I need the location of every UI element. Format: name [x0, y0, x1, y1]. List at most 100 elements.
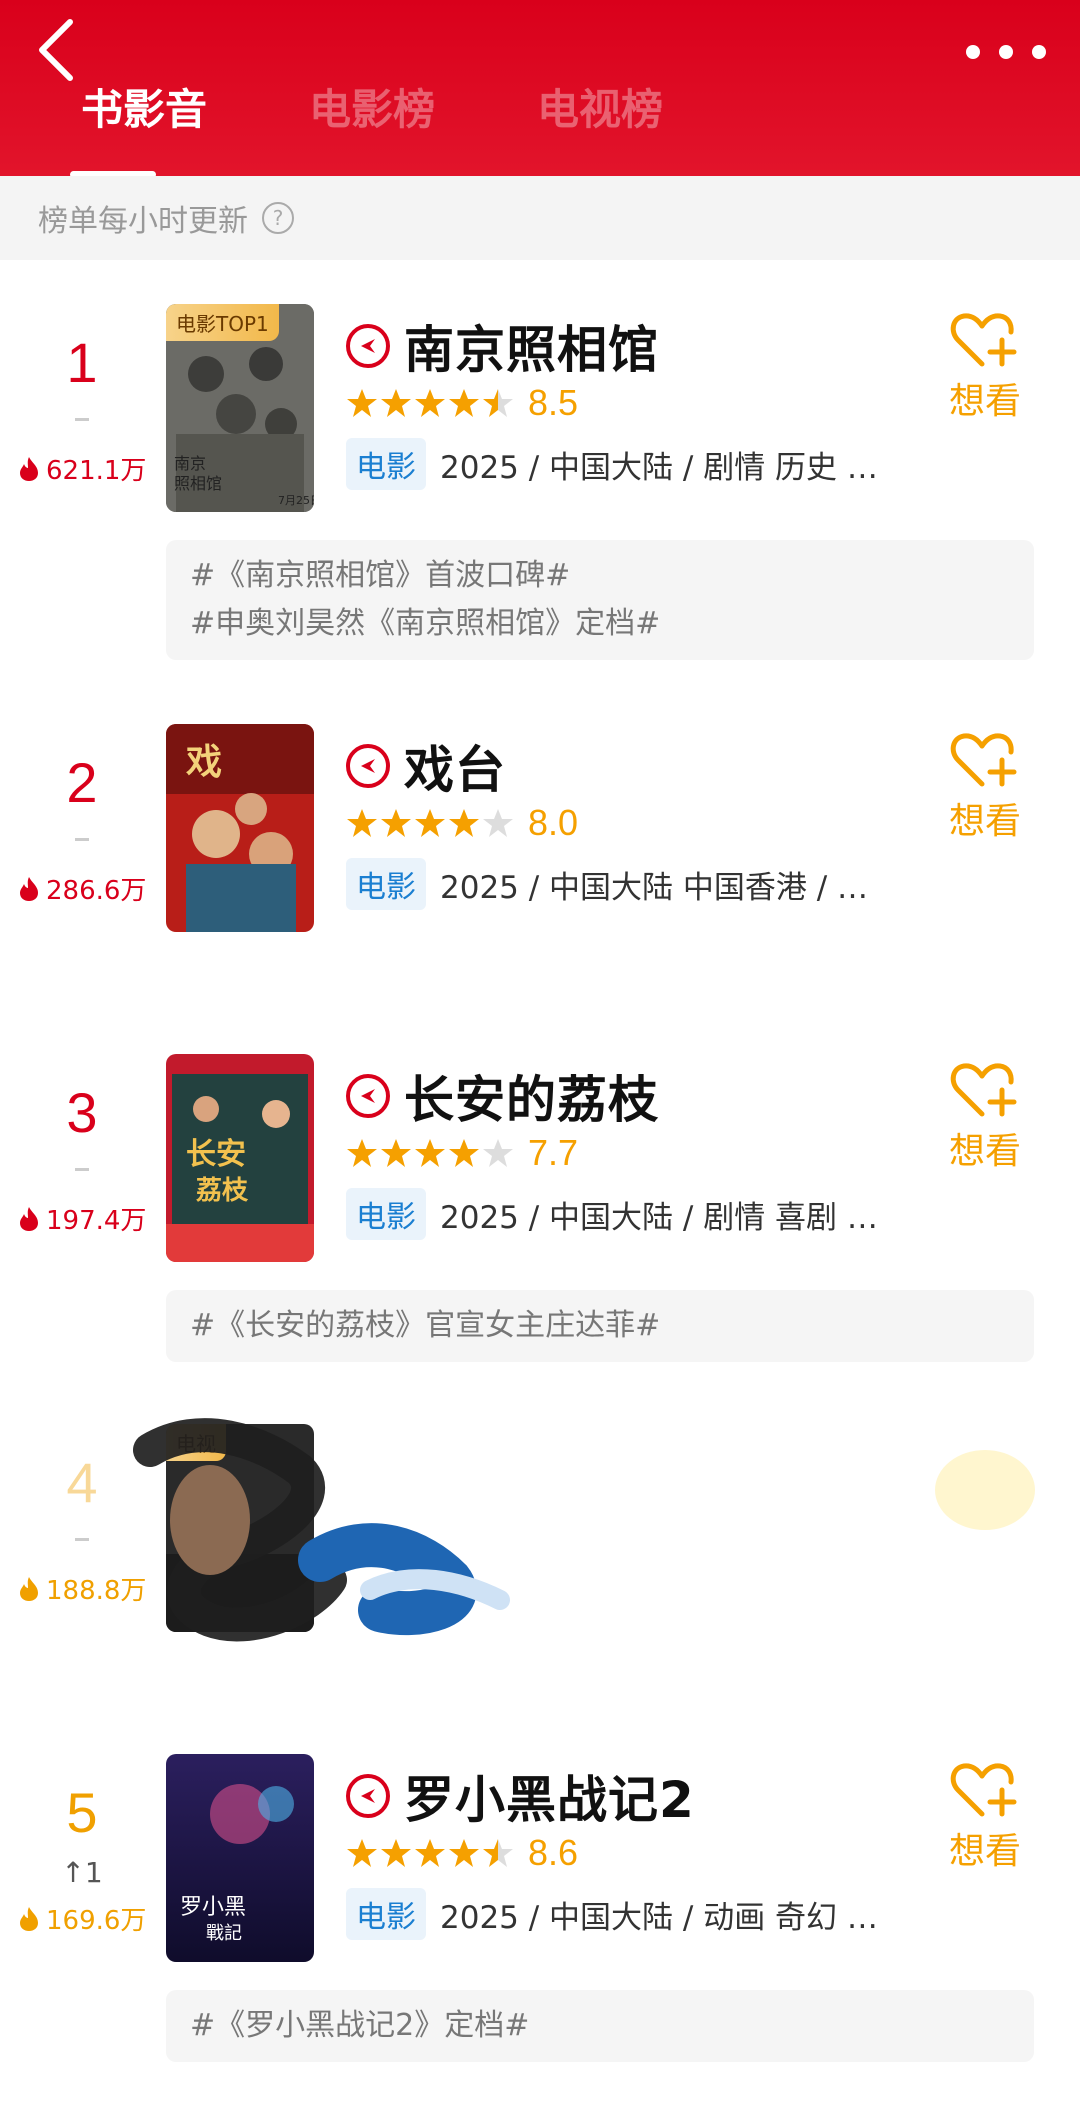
heat-value: 169.6万	[18, 1900, 158, 1937]
star-icon	[415, 809, 445, 837]
topic-tag[interactable]: #《长安的荔枝》官宣女主庄达菲#	[190, 1302, 1010, 1350]
rating-row: 8.6	[346, 1832, 578, 1874]
meta-row: 电影 2025 / 中国大陆 中国香港 / …	[346, 858, 868, 910]
tab-bar: 书影音 电影榜 电视榜	[30, 80, 714, 176]
score: 8.6	[528, 1832, 579, 1873]
rating-row: 7.7	[346, 1132, 578, 1174]
star-icon	[381, 1139, 411, 1167]
topic-tags: #《长安的荔枝》官宣女主庄达菲#	[166, 1290, 1034, 1362]
meta-row: 电影 2025 / 中国大陆 / 动画 奇幻 …	[346, 1888, 878, 1940]
flame-icon	[20, 1576, 38, 1601]
heat-value: 621.1万	[18, 450, 158, 487]
star-icon	[381, 809, 411, 837]
title-row: 戏台	[346, 730, 506, 802]
item-title[interactable]: 南京照相馆	[404, 310, 659, 382]
tab-tv-chart[interactable]: 电视榜	[486, 80, 714, 170]
rank-number: 3	[66, 1081, 98, 1144]
star-icon	[415, 389, 445, 417]
heart-plus-icon	[950, 313, 1017, 367]
svg-text:戰記: 戰記	[206, 1923, 242, 1944]
update-notice-text: 榜单每小时更新	[38, 204, 248, 239]
more-icon[interactable]	[966, 34, 1046, 70]
star-rating	[346, 387, 516, 419]
update-notice-bar: 榜单每小时更新 ?	[0, 176, 1080, 260]
item-title[interactable]: 长安的荔枝	[404, 1060, 659, 1132]
poster-image[interactable]: 戏	[166, 724, 314, 932]
star-icon	[449, 1839, 479, 1867]
rating-row: 8.0	[346, 802, 578, 844]
poster-top-badge: 电影TOP1	[166, 304, 279, 341]
rank-change-up: ↑1	[61, 1856, 103, 1889]
rating-row: 8.5	[346, 382, 578, 424]
want-to-watch-button[interactable]: 想看	[930, 1760, 1040, 1874]
heart-plus-icon	[950, 1063, 1017, 1117]
star-rating	[346, 1137, 516, 1169]
meta-info: 2025 / 中国大陆 / 剧情 历史 …	[440, 449, 878, 486]
topic-tags: #《南京照相馆》首波口碑# #申奥刘昊然《南京照相馆》定档#	[166, 540, 1034, 660]
svg-text:南京: 南京	[174, 454, 206, 473]
svg-text:荔枝: 荔枝	[196, 1176, 249, 1206]
star-icon	[449, 1139, 479, 1167]
flame-icon	[20, 1206, 38, 1231]
back-icon[interactable]	[34, 18, 94, 88]
want-to-watch-button[interactable]: 想看	[930, 1060, 1040, 1174]
heart-plus-icon	[950, 1763, 1017, 1817]
poster-image[interactable]: 罗小黑 戰記	[166, 1754, 314, 1962]
meta-info: 2025 / 中国大陆 / 动画 奇幻 …	[440, 1899, 878, 1936]
title-row: 南京照相馆	[346, 310, 659, 382]
want-to-watch-button[interactable]: 想看	[930, 310, 1040, 424]
star-rating	[346, 1837, 516, 1869]
score: 7.7	[528, 1132, 579, 1173]
title-row: 长安的荔枝	[346, 1060, 659, 1132]
rank-number: 5	[66, 1781, 98, 1844]
rank-unchanged-dash	[75, 1538, 89, 1541]
want-to-watch-button[interactable]: 想看	[930, 730, 1040, 844]
star-icon	[483, 1139, 513, 1167]
star-icon	[449, 809, 479, 837]
item-title[interactable]: 戏台	[404, 730, 506, 802]
star-icon	[347, 1839, 377, 1867]
item-title[interactable]: 罗小黑战记2	[404, 1760, 695, 1832]
rank-unchanged-dash	[75, 418, 89, 421]
star-icon	[483, 1839, 513, 1867]
flame-icon	[20, 1906, 38, 1931]
help-icon[interactable]: ?	[262, 202, 294, 234]
meta-row: 电影 2025 / 中国大陆 / 剧情 喜剧 …	[346, 1188, 878, 1240]
star-icon	[347, 809, 377, 837]
star-icon	[381, 1839, 411, 1867]
topic-tag[interactable]: #《南京照相馆》首波口碑#	[190, 552, 1010, 600]
poster-image[interactable]: 南京 照相馆 7月25日 电影TOP1	[166, 304, 314, 512]
svg-text:长安: 长安	[186, 1137, 246, 1172]
topic-tags: #《罗小黑战记2》定档#	[166, 1990, 1034, 2062]
poster-image[interactable]: 长安 荔枝	[166, 1054, 314, 1262]
flame-icon	[20, 876, 38, 901]
score: 8.0	[528, 802, 579, 843]
ticket-icon	[346, 324, 390, 368]
star-icon	[483, 809, 513, 837]
tab-movie-chart[interactable]: 电影榜	[258, 80, 486, 170]
rank-unchanged-dash	[75, 838, 89, 841]
title-row: 罗小黑战记2	[346, 1760, 695, 1832]
svg-text:罗小黑: 罗小黑	[180, 1895, 246, 1920]
want-label: 想看	[948, 1131, 1021, 1172]
type-badge: 电影	[346, 858, 426, 910]
heat-value: 286.6万	[18, 870, 158, 907]
redaction-scribble	[133, 1418, 510, 1642]
want-label: 想看	[948, 1831, 1021, 1872]
svg-text:照相馆: 照相馆	[174, 474, 222, 493]
star-icon	[381, 389, 411, 417]
score: 8.5	[528, 382, 579, 423]
topic-tag[interactable]: #申奥刘昊然《南京照相馆》定档#	[190, 600, 1010, 648]
svg-text:戏: 戏	[186, 741, 222, 783]
ticket-icon	[346, 744, 390, 788]
tab-books-movies-music[interactable]: 书影音	[30, 80, 258, 176]
ticket-icon	[346, 1074, 390, 1118]
meta-row: 电影 2025 / 中国大陆 / 剧情 历史 …	[346, 438, 878, 490]
heat-text: 621.1万	[46, 456, 147, 486]
heat-text: 286.6万	[46, 876, 147, 906]
rank-number: 2	[66, 751, 98, 814]
type-badge: 电影	[346, 1188, 426, 1240]
rank-unchanged-dash	[75, 1168, 89, 1171]
topic-tag[interactable]: #《罗小黑战记2》定档#	[190, 2002, 1010, 2050]
star-icon	[347, 389, 377, 417]
